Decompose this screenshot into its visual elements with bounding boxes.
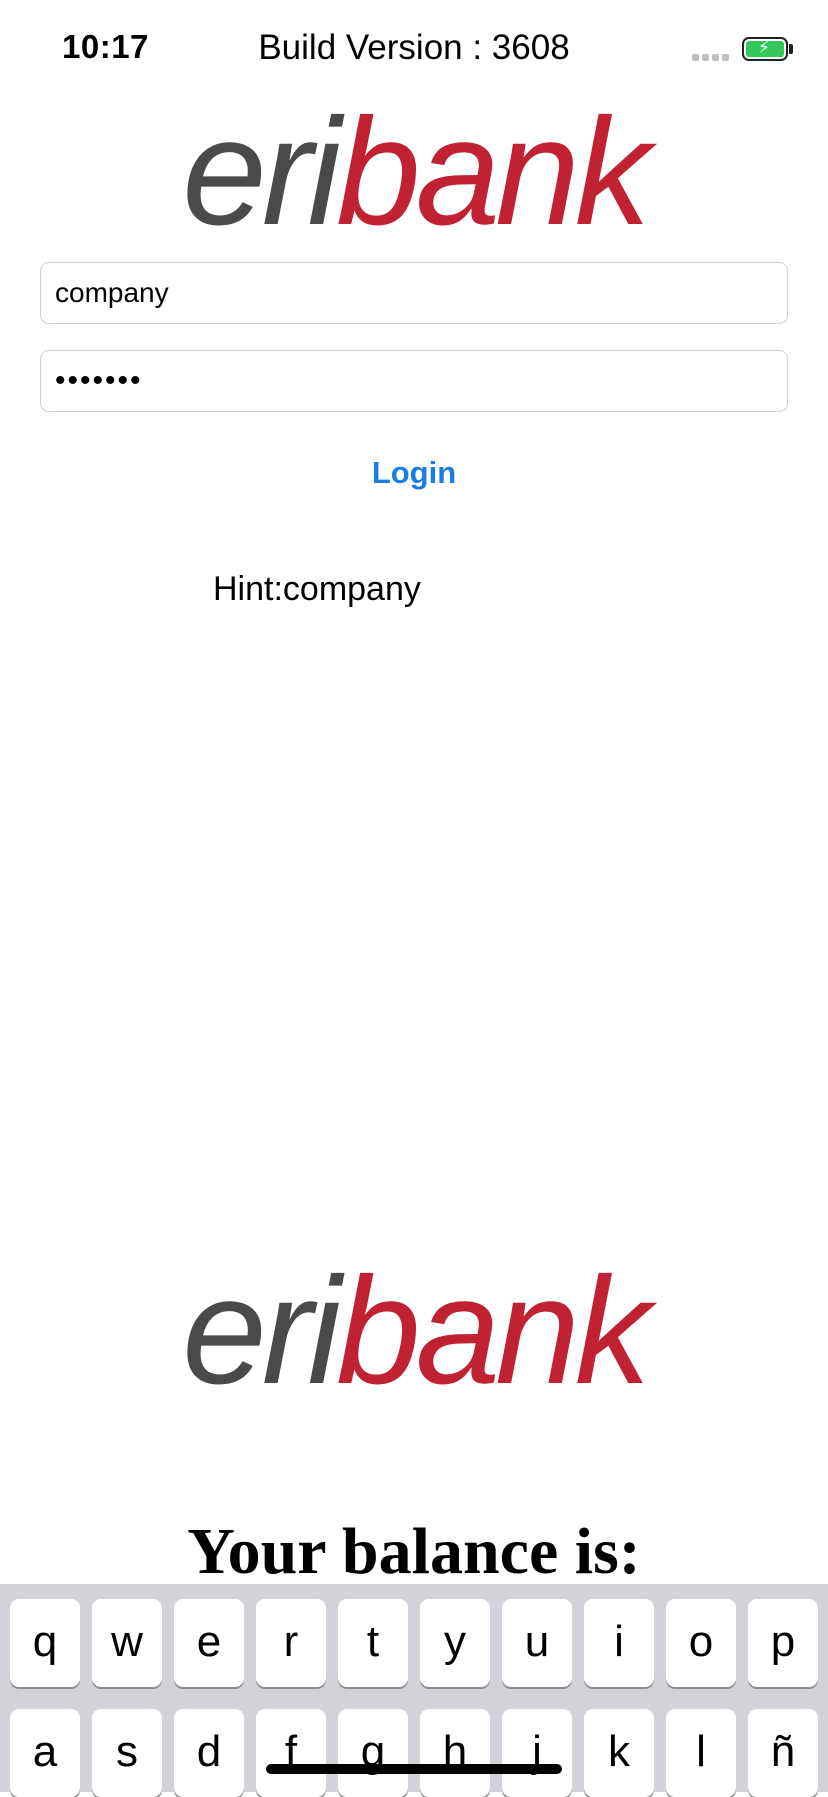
key-y[interactable]: y bbox=[420, 1599, 490, 1687]
key-s[interactable]: s bbox=[92, 1709, 162, 1797]
logo-bank: bank bbox=[336, 1246, 651, 1416]
logo-eri: eri bbox=[182, 87, 341, 257]
key-a[interactable]: a bbox=[10, 1709, 80, 1797]
key-h[interactable]: h bbox=[420, 1709, 490, 1797]
key-u[interactable]: u bbox=[502, 1599, 572, 1687]
status-bar: 10:17 Build Version : 3608 ⚡ bbox=[0, 0, 828, 100]
key-q[interactable]: q bbox=[10, 1599, 80, 1687]
key-n-tilde[interactable]: ñ bbox=[748, 1709, 818, 1797]
key-e[interactable]: e bbox=[174, 1599, 244, 1687]
cellular-signal-icon bbox=[692, 54, 729, 61]
key-d[interactable]: d bbox=[174, 1709, 244, 1797]
key-p[interactable]: p bbox=[748, 1599, 818, 1687]
key-j[interactable]: j bbox=[502, 1709, 572, 1797]
key-f[interactable]: f bbox=[256, 1709, 326, 1797]
balance-title: Your balance is: bbox=[187, 1515, 641, 1588]
key-k[interactable]: k bbox=[584, 1709, 654, 1797]
hint-label: Hint:company bbox=[213, 570, 421, 608]
logo-bank: bank bbox=[336, 87, 651, 257]
login-button[interactable]: Login bbox=[314, 448, 514, 498]
key-i[interactable]: i bbox=[584, 1599, 654, 1687]
battery-cap bbox=[789, 44, 793, 54]
battery-charging-icon: ⚡ bbox=[742, 37, 788, 61]
key-t[interactable]: t bbox=[338, 1599, 408, 1687]
key-l[interactable]: l bbox=[666, 1709, 736, 1797]
logo-eri: eri bbox=[182, 1246, 341, 1416]
password-field[interactable] bbox=[40, 350, 788, 412]
key-g[interactable]: g bbox=[338, 1709, 408, 1797]
home-indicator[interactable] bbox=[266, 1764, 562, 1774]
eribank-logo: eribank bbox=[0, 96, 828, 248]
username-field[interactable] bbox=[40, 262, 788, 324]
build-version-title: Build Version : 3608 bbox=[258, 28, 570, 67]
key-r[interactable]: r bbox=[256, 1599, 326, 1687]
key-o[interactable]: o bbox=[666, 1599, 736, 1687]
key-w[interactable]: w bbox=[92, 1599, 162, 1687]
keyboard: q w e r t y u i o p a s d f g h j k l ñ bbox=[0, 1584, 828, 1797]
eribank-logo-secondary: eribank bbox=[0, 1255, 828, 1407]
